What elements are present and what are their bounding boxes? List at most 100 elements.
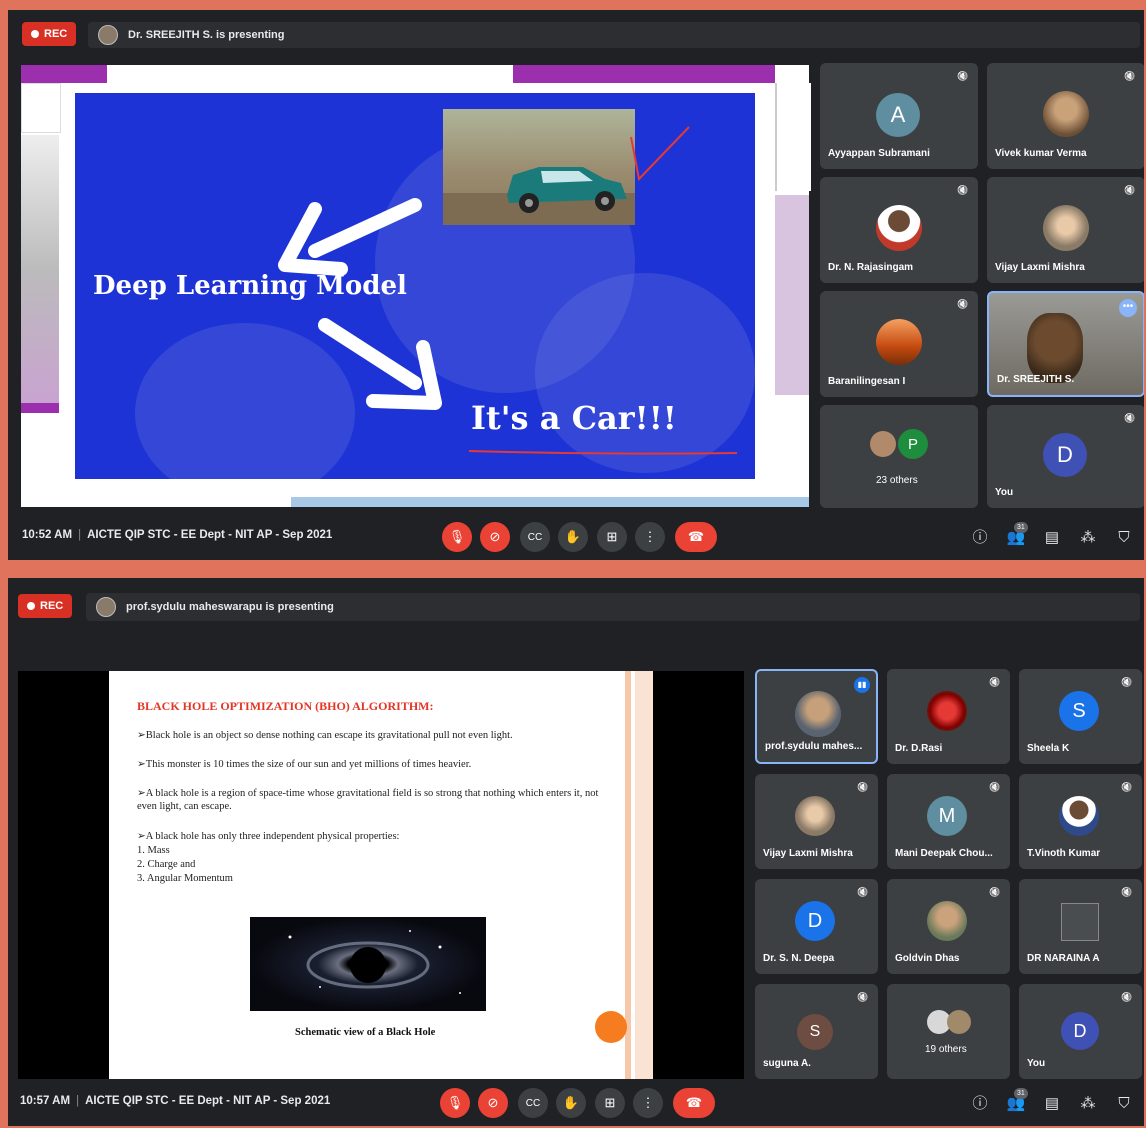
participant-name: Goldvin Dhas bbox=[895, 953, 960, 964]
muted-icon bbox=[1123, 411, 1137, 425]
meet-screenshot-2: REC prof.sydulu maheswarapu is presentin… bbox=[8, 578, 1144, 1126]
avatar: D bbox=[1061, 1012, 1099, 1050]
meeting-title: AICTE QIP STC - EE Dept - NIT AP - Sep 2… bbox=[85, 1095, 331, 1107]
avatar bbox=[1043, 91, 1089, 137]
slide-decoration bbox=[775, 195, 809, 395]
slide-decoration bbox=[21, 65, 107, 83]
participant-tile[interactable]: Dr. N. Rajasingam bbox=[820, 177, 978, 283]
clock-time: 10:52 AM bbox=[22, 529, 73, 541]
camera-off-icon[interactable]: ⊘ bbox=[478, 1088, 508, 1118]
activities-icon[interactable]: ⁂ bbox=[1078, 1094, 1098, 1114]
people-icon[interactable]: 👥 31 bbox=[1006, 522, 1028, 548]
presenter-avatar bbox=[98, 25, 118, 45]
presenter-tile[interactable]: ••• Dr. SREEJITH S. bbox=[987, 291, 1144, 397]
participant-name: 19 others bbox=[925, 1044, 967, 1055]
participant-name: Vivek kumar Verma bbox=[995, 148, 1087, 159]
muted-icon bbox=[1123, 69, 1137, 83]
more-options-icon[interactable]: ••• bbox=[1119, 299, 1137, 317]
people-icon[interactable]: 👥 31 bbox=[1006, 1088, 1028, 1114]
shared-screen: Deep Learning Model It's a Car!!! bbox=[21, 65, 811, 507]
self-tile[interactable]: D You bbox=[1019, 984, 1142, 1079]
avatar: S bbox=[1059, 691, 1099, 731]
participant-name: You bbox=[995, 487, 1014, 498]
present-icon[interactable]: ⊞ bbox=[597, 522, 627, 552]
mic-off-icon[interactable]: 🎙 bbox=[442, 522, 472, 552]
hang-up-icon[interactable]: ☎ bbox=[675, 522, 717, 552]
others-tile[interactable]: P 23 others bbox=[820, 405, 978, 508]
rec-label: REC bbox=[44, 28, 68, 40]
muted-icon bbox=[956, 297, 970, 311]
slide-result-text: It's a Car!!! bbox=[471, 399, 677, 437]
participant-tile[interactable]: Goldvin Dhas bbox=[887, 879, 1010, 974]
self-tile[interactable]: D You bbox=[987, 405, 1144, 508]
participant-tile[interactable]: Vijay Laxmi Mishra bbox=[987, 177, 1144, 283]
slide-decoration bbox=[775, 83, 811, 191]
muted-icon bbox=[1120, 885, 1134, 899]
captions-icon[interactable]: CC bbox=[518, 1088, 548, 1118]
avatar bbox=[927, 691, 967, 731]
meeting-details-icon[interactable]: ⓘ bbox=[970, 1094, 990, 1114]
captions-icon[interactable]: CC bbox=[520, 522, 550, 552]
muted-icon bbox=[988, 780, 1002, 794]
others-tile[interactable]: 19 others bbox=[887, 984, 1010, 1079]
slide-black-hole: BLACK HOLE OPTIMIZATION (BHO) ALGORITHM:… bbox=[109, 671, 653, 1079]
participant-tile[interactable]: S suguna A. bbox=[755, 984, 878, 1079]
participant-tile[interactable]: Vivek kumar Verma bbox=[987, 63, 1144, 169]
meeting-info: 10:57 AM | AICTE QIP STC - EE Dept - NIT A… bbox=[20, 1095, 331, 1107]
meet-screenshot-1: REC Dr. SREEJITH S. is presenting Deep L… bbox=[8, 10, 1144, 560]
slide-decoration bbox=[21, 403, 59, 413]
muted-icon bbox=[1123, 183, 1137, 197]
raise-hand-icon[interactable]: ✋ bbox=[556, 1088, 586, 1118]
participant-tile[interactable]: Baranilingesan I bbox=[820, 291, 978, 397]
raise-hand-icon[interactable]: ✋ bbox=[558, 522, 588, 552]
activities-icon[interactable]: ⁂ bbox=[1078, 528, 1098, 548]
participant-tile[interactable]: Vijay Laxmi Mishra bbox=[755, 774, 878, 869]
avatar bbox=[927, 901, 967, 941]
shared-screen: BLACK HOLE OPTIMIZATION (BHO) ALGORITHM:… bbox=[18, 671, 744, 1079]
slide-bullet: ➢A black hole is a region of space-time … bbox=[137, 788, 599, 812]
muted-icon bbox=[956, 69, 970, 83]
present-icon[interactable]: ⊞ bbox=[595, 1088, 625, 1118]
participant-name: prof.sydulu mahes... bbox=[765, 741, 863, 752]
slide-decoration bbox=[21, 135, 59, 405]
muted-icon bbox=[988, 885, 1002, 899]
participant-name: Ayyappan Subramani bbox=[828, 148, 930, 159]
camera-off-icon[interactable]: ⊘ bbox=[480, 522, 510, 552]
participant-name: Dr. D.Rasi bbox=[895, 743, 943, 754]
speaking-icon: ▮▮ bbox=[854, 677, 870, 693]
slide-bullet: ➢A black hole has only three independent… bbox=[137, 831, 400, 842]
property-item: 3. Angular Momentum bbox=[137, 873, 233, 884]
meeting-info: 10:52 AM | AICTE QIP STC - EE Dept - NIT A… bbox=[22, 529, 333, 541]
participant-tile[interactable]: S Sheela K bbox=[1019, 669, 1142, 764]
host-controls-icon[interactable]: ⛉ bbox=[1114, 528, 1134, 548]
presenting-banner: prof.sydulu maheswarapu is presenting bbox=[86, 593, 1140, 621]
avatar: A bbox=[876, 93, 920, 137]
property-item: 1. Mass bbox=[137, 845, 170, 856]
participant-name: Baranilingesan I bbox=[828, 376, 906, 387]
muted-icon bbox=[1120, 675, 1134, 689]
participant-tile[interactable]: ▮▮ prof.sydulu mahes... bbox=[755, 669, 878, 764]
meeting-details-icon[interactable]: ⓘ bbox=[970, 528, 990, 548]
participant-tile[interactable]: DR NARAINA A bbox=[1019, 879, 1142, 974]
host-controls-icon[interactable]: ⛉ bbox=[1114, 1094, 1134, 1114]
avatar bbox=[1059, 796, 1099, 836]
black-hole-image bbox=[250, 917, 486, 1011]
toy-car-icon bbox=[443, 167, 635, 225]
participant-tile[interactable]: T.Vinoth Kumar bbox=[1019, 774, 1142, 869]
more-options-icon[interactable]: ⋮ bbox=[635, 522, 665, 552]
participant-tile[interactable]: Dr. D.Rasi bbox=[887, 669, 1010, 764]
slide-decoration bbox=[291, 497, 809, 507]
chat-icon[interactable]: ▤ bbox=[1042, 528, 1062, 548]
participant-tile[interactable]: D Dr. S. N. Deepa bbox=[755, 879, 878, 974]
participant-tile[interactable]: A Ayyappan Subramani bbox=[820, 63, 978, 169]
hang-up-icon[interactable]: ☎ bbox=[673, 1088, 715, 1118]
arrow-left-icon bbox=[278, 198, 422, 276]
more-options-icon[interactable]: ⋮ bbox=[633, 1088, 663, 1118]
presenting-text: prof.sydulu maheswarapu is presenting bbox=[126, 601, 334, 613]
recording-badge: REC bbox=[22, 22, 77, 46]
mic-off-icon[interactable]: 🎙 bbox=[440, 1088, 470, 1118]
participant-tile[interactable]: M Mani Deepak Chou... bbox=[887, 774, 1010, 869]
chat-icon[interactable]: ▤ bbox=[1042, 1094, 1062, 1114]
bottom-bar: 10:57 AM | AICTE QIP STC - EE Dept - NIT A… bbox=[8, 1080, 1144, 1126]
slide-decoration bbox=[635, 671, 653, 1079]
